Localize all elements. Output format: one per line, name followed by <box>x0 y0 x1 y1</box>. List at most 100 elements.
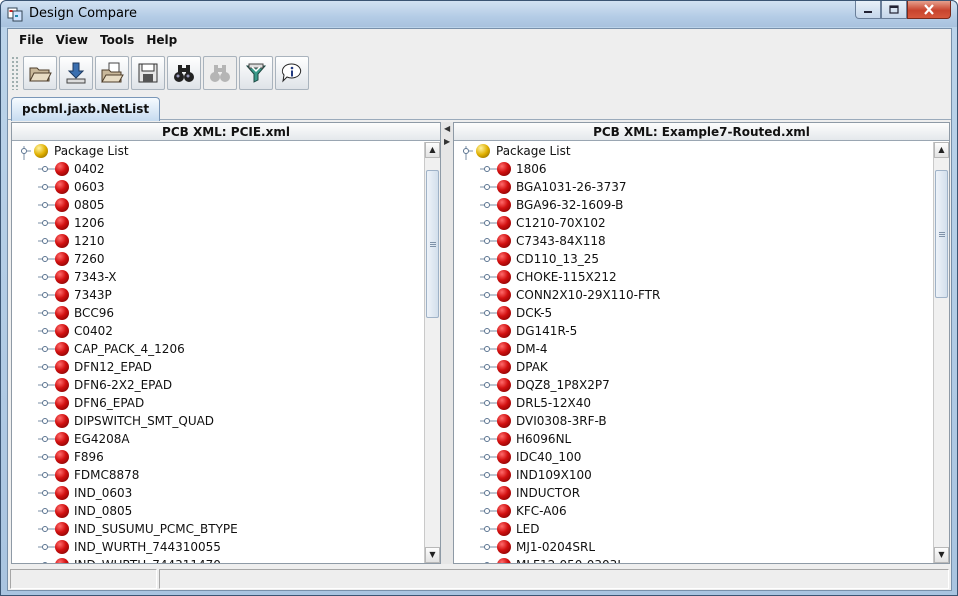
expand-toggle-icon[interactable] <box>35 178 55 196</box>
tree-item[interactable]: 7343P <box>12 286 426 304</box>
expand-toggle-icon[interactable] <box>35 322 55 340</box>
tree-item[interactable]: 7343-X <box>12 268 426 286</box>
tree-item[interactable]: DFN6_EPAD <box>12 394 426 412</box>
left-scrollbar[interactable]: ▲ ▼ <box>424 142 440 563</box>
expand-toggle-icon[interactable] <box>477 538 497 556</box>
tree-item[interactable]: CONN2X10-29X110-FTR <box>454 286 935 304</box>
left-tree[interactable]: Package List 0402 0603 0805 1206 1210 7260 7343… <box>12 142 426 563</box>
tree-item[interactable]: DIPSWITCH_SMT_QUAD <box>12 412 426 430</box>
expand-toggle-icon[interactable] <box>35 358 55 376</box>
tree-item[interactable]: DRL5-12X40 <box>454 394 935 412</box>
toolbar-grip[interactable] <box>11 56 19 90</box>
expand-toggle-icon[interactable] <box>477 286 497 304</box>
tree-item[interactable]: 0805 <box>12 196 426 214</box>
compare-button[interactable] <box>239 56 273 90</box>
open-file-button[interactable] <box>95 56 129 90</box>
tree-item[interactable]: BGA1031-26-3737 <box>454 178 935 196</box>
maximize-button[interactable] <box>881 1 907 19</box>
tree-item[interactable]: FDMC8878 <box>12 466 426 484</box>
save-button[interactable] <box>131 56 165 90</box>
scroll-up-button[interactable]: ▲ <box>934 142 949 158</box>
expand-toggle-icon[interactable] <box>35 484 55 502</box>
expand-toggle-icon[interactable] <box>35 376 55 394</box>
expand-toggle-icon[interactable] <box>17 142 31 160</box>
close-button[interactable] <box>907 1 951 19</box>
expand-toggle-icon[interactable] <box>477 466 497 484</box>
open-folder-button[interactable] <box>23 56 57 90</box>
tree-item[interactable]: DVI0308-3RF-B <box>454 412 935 430</box>
find-button[interactable] <box>167 56 201 90</box>
expand-toggle-icon[interactable] <box>35 502 55 520</box>
scroll-thumb[interactable] <box>935 170 948 298</box>
tree-item[interactable]: IND_WURTH_744311470 <box>12 556 426 563</box>
right-scrollbar[interactable]: ▲ ▼ <box>933 142 949 563</box>
expand-toggle-icon[interactable] <box>477 196 497 214</box>
about-button[interactable] <box>275 56 309 90</box>
expand-toggle-icon[interactable] <box>477 250 497 268</box>
expand-toggle-icon[interactable] <box>35 286 55 304</box>
tree-item[interactable]: F896 <box>12 448 426 466</box>
find-next-button[interactable] <box>203 56 237 90</box>
menu-view[interactable]: View <box>50 31 94 49</box>
tree-item[interactable]: MLF12-050-0303L <box>454 556 935 563</box>
expand-toggle-icon[interactable] <box>477 214 497 232</box>
expand-toggle-icon[interactable] <box>35 430 55 448</box>
tree-item[interactable]: BCC96 <box>12 304 426 322</box>
expand-toggle-icon[interactable] <box>35 520 55 538</box>
tree-root-node[interactable]: Package List <box>12 142 426 160</box>
tree-item[interactable]: CD110_13_25 <box>454 250 935 268</box>
tree-item[interactable]: LED <box>454 520 935 538</box>
tree-item[interactable]: IND_WURTH_744310055 <box>12 538 426 556</box>
tree-root-node[interactable]: Package List <box>454 142 935 160</box>
expand-toggle-icon[interactable] <box>477 232 497 250</box>
tree-item[interactable]: DFN6-2X2_EPAD <box>12 376 426 394</box>
collapse-right-icon[interactable]: ▶ <box>444 137 450 146</box>
expand-toggle-icon[interactable] <box>35 412 55 430</box>
download-button[interactable] <box>59 56 93 90</box>
menu-file[interactable]: File <box>13 31 50 49</box>
tree-item[interactable]: H6096NL <box>454 430 935 448</box>
tree-item[interactable]: 1206 <box>12 214 426 232</box>
expand-toggle-icon[interactable] <box>35 232 55 250</box>
tree-item[interactable]: IDC40_100 <box>454 448 935 466</box>
tree-item[interactable]: MJ1-0204SRL <box>454 538 935 556</box>
expand-toggle-icon[interactable] <box>477 322 497 340</box>
expand-toggle-icon[interactable] <box>477 304 497 322</box>
scroll-up-button[interactable]: ▲ <box>425 142 440 158</box>
expand-toggle-icon[interactable] <box>459 142 473 160</box>
expand-toggle-icon[interactable] <box>477 430 497 448</box>
tree-item[interactable]: CAP_PACK_4_1206 <box>12 340 426 358</box>
tree-item[interactable]: DQZ8_1P8X2P7 <box>454 376 935 394</box>
expand-toggle-icon[interactable] <box>35 160 55 178</box>
expand-toggle-icon[interactable] <box>477 502 497 520</box>
expand-toggle-icon[interactable] <box>35 466 55 484</box>
expand-toggle-icon[interactable] <box>477 340 497 358</box>
scroll-down-button[interactable]: ▼ <box>425 547 440 563</box>
expand-toggle-icon[interactable] <box>35 268 55 286</box>
split-divider[interactable]: ◀ ▶ <box>441 122 453 564</box>
tree-item[interactable]: IND_SUSUMU_PCMC_BTYPE <box>12 520 426 538</box>
expand-toggle-icon[interactable] <box>35 340 55 358</box>
tree-item[interactable]: 1210 <box>12 232 426 250</box>
expand-toggle-icon[interactable] <box>477 268 497 286</box>
menu-tools[interactable]: Tools <box>94 31 140 49</box>
tree-item[interactable]: BGA96-32-1609-B <box>454 196 935 214</box>
tree-item[interactable]: IND_0805 <box>12 502 426 520</box>
expand-toggle-icon[interactable] <box>35 448 55 466</box>
minimize-button[interactable] <box>855 1 881 19</box>
tree-item[interactable]: EG4208A <box>12 430 426 448</box>
tree-item[interactable]: CHOKE-115X212 <box>454 268 935 286</box>
expand-toggle-icon[interactable] <box>35 304 55 322</box>
expand-toggle-icon[interactable] <box>35 538 55 556</box>
tree-item[interactable]: IND_0603 <box>12 484 426 502</box>
tree-item[interactable]: 0603 <box>12 178 426 196</box>
tree-item[interactable]: C0402 <box>12 322 426 340</box>
expand-toggle-icon[interactable] <box>35 214 55 232</box>
expand-toggle-icon[interactable] <box>477 520 497 538</box>
expand-toggle-icon[interactable] <box>35 250 55 268</box>
tree-item[interactable]: KFC-A06 <box>454 502 935 520</box>
expand-toggle-icon[interactable] <box>477 178 497 196</box>
expand-toggle-icon[interactable] <box>35 196 55 214</box>
title-bar[interactable]: Design Compare <box>1 1 957 27</box>
expand-toggle-icon[interactable] <box>477 484 497 502</box>
